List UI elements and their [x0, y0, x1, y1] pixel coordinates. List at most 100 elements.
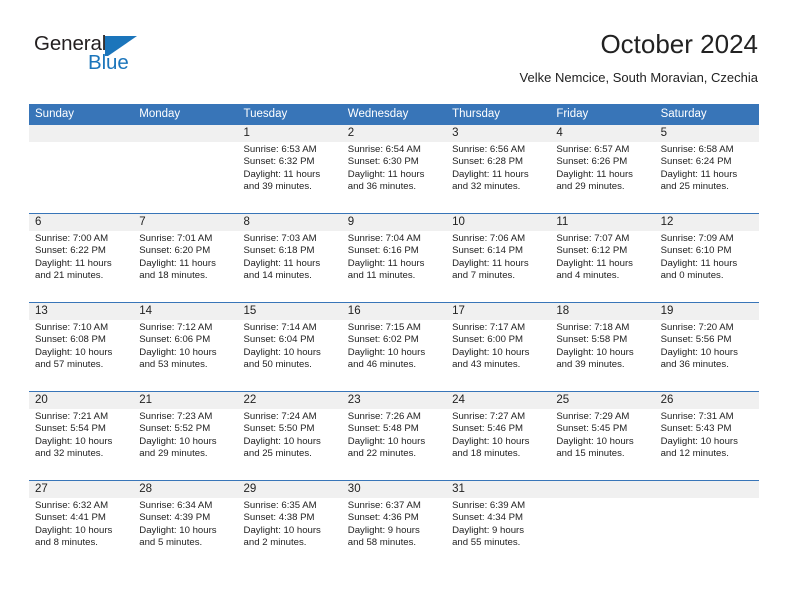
- day-detail-line: Sunrise: 7:24 AM: [243, 411, 317, 422]
- day-cell-empty: [655, 498, 759, 569]
- day-number-6[interactable]: 6: [29, 214, 133, 231]
- day-number-10[interactable]: 10: [446, 214, 550, 231]
- day-cell-5[interactable]: Sunrise: 6:58 AM Sunset: 6:24 PM Daylight:…: [655, 142, 759, 213]
- day-cell-10[interactable]: Sunrise: 7:06 AM Sunset: 6:14 PM Daylight:…: [446, 231, 550, 302]
- day-of-week-friday: Friday: [556, 108, 589, 120]
- day-number-13[interactable]: 13: [29, 303, 133, 320]
- day-cell-28[interactable]: Sunrise: 6:34 AM Sunset: 4:39 PM Daylight:…: [133, 498, 237, 569]
- day-cell-27[interactable]: Sunrise: 6:32 AM Sunset: 4:41 PM Daylight:…: [29, 498, 133, 569]
- day-detail-line: and 4 minutes.: [556, 270, 620, 282]
- day-cell-14[interactable]: Sunrise: 7:12 AM Sunset: 6:06 PM Daylight:…: [133, 320, 237, 391]
- day-number-15[interactable]: 15: [238, 303, 342, 320]
- day-cell-24[interactable]: Sunrise: 7:27 AM Sunset: 5:46 PM Daylight:…: [446, 409, 550, 480]
- day-number-17[interactable]: 17: [446, 303, 550, 320]
- day-cell-30[interactable]: Sunrise: 6:37 AM Sunset: 4:36 PM Daylight:…: [342, 498, 446, 569]
- day-number-12[interactable]: 12: [655, 214, 759, 231]
- day-cell-12[interactable]: Sunrise: 7:09 AM Sunset: 6:10 PM Daylight:…: [655, 231, 759, 302]
- day-number-22[interactable]: 22: [238, 392, 342, 409]
- day-detail-line: and 5 minutes.: [139, 537, 203, 549]
- day-detail-line: and 32 minutes.: [35, 448, 104, 460]
- day-cell-6[interactable]: Sunrise: 7:00 AM Sunset: 6:22 PM Daylight:…: [29, 231, 133, 302]
- day-detail-line: Daylight: 11 hours: [347, 168, 425, 180]
- day-number-7[interactable]: 7: [133, 214, 237, 231]
- day-number-31[interactable]: 31: [446, 481, 550, 498]
- day-number-28[interactable]: 28: [133, 481, 237, 498]
- day-number-16[interactable]: 16: [342, 303, 446, 320]
- day-number-24[interactable]: 24: [446, 392, 550, 409]
- day-detail-line: Sunrise: 7:31 AM: [660, 411, 734, 422]
- general-blue-logo[interactable]: General Blue: [34, 33, 174, 81]
- day-cell-19[interactable]: Sunrise: 7:20 AM Sunset: 5:56 PM Daylight:…: [655, 320, 759, 391]
- day-number-8[interactable]: 8: [238, 214, 342, 231]
- day-cell-2[interactable]: Sunrise: 6:54 AM Sunset: 6:30 PM Daylight:…: [342, 142, 446, 213]
- page-title: October 2024: [600, 29, 758, 59]
- day-of-week-saturday: Saturday: [660, 108, 707, 120]
- day-number-11[interactable]: 11: [550, 214, 654, 231]
- day-number-30[interactable]: 30: [342, 481, 446, 498]
- day-number-5[interactable]: 5: [655, 125, 759, 142]
- day-cell-25[interactable]: Sunrise: 7:29 AM Sunset: 5:45 PM Daylight:…: [550, 409, 654, 480]
- day-detail-line: Sunset: 5:43 PM: [660, 423, 732, 435]
- day-number-21[interactable]: 21: [133, 392, 237, 409]
- day-cell-8[interactable]: Sunrise: 7:03 AM Sunset: 6:18 PM Daylight:…: [238, 231, 342, 302]
- day-number-3[interactable]: 3: [446, 125, 550, 142]
- day-number-26[interactable]: 26: [655, 392, 759, 409]
- day-cell-7[interactable]: Sunrise: 7:01 AM Sunset: 6:20 PM Daylight:…: [133, 231, 237, 302]
- day-detail-line: Sunrise: 6:34 AM: [139, 500, 213, 511]
- day-detail-line: Sunset: 6:12 PM: [556, 245, 628, 257]
- day-cell-3[interactable]: Sunrise: 6:56 AM Sunset: 6:28 PM Daylight:…: [446, 142, 550, 213]
- day-detail-line: Daylight: 11 hours: [243, 168, 321, 180]
- day-number-27[interactable]: 27: [29, 481, 133, 498]
- day-cell-20[interactable]: Sunrise: 7:21 AM Sunset: 5:54 PM Daylight:…: [29, 409, 133, 480]
- day-cell-23[interactable]: Sunrise: 7:26 AM Sunset: 5:48 PM Daylight:…: [342, 409, 446, 480]
- day-detail-line: Sunrise: 7:21 AM: [35, 411, 109, 422]
- day-detail-line: Sunrise: 7:20 AM: [660, 322, 734, 333]
- day-detail-line: Sunset: 5:56 PM: [660, 334, 732, 346]
- day-number-25[interactable]: 25: [550, 392, 654, 409]
- day-cell-16[interactable]: Sunrise: 7:15 AM Sunset: 6:02 PM Daylight:…: [342, 320, 446, 391]
- day-detail-line: and 18 minutes.: [452, 448, 521, 460]
- day-detail-line: Sunrise: 7:17 AM: [452, 322, 526, 333]
- day-cell-17[interactable]: Sunrise: 7:17 AM Sunset: 6:00 PM Daylight:…: [446, 320, 550, 391]
- day-detail-line: Sunset: 5:48 PM: [347, 423, 419, 435]
- day-cell-11[interactable]: Sunrise: 7:07 AM Sunset: 6:12 PM Daylight:…: [550, 231, 654, 302]
- day-of-week-monday: Monday: [139, 108, 181, 120]
- day-cell-15[interactable]: Sunrise: 7:14 AM Sunset: 6:04 PM Daylight:…: [238, 320, 342, 391]
- day-cell-21[interactable]: Sunrise: 7:23 AM Sunset: 5:52 PM Daylight:…: [133, 409, 237, 480]
- day-number-18[interactable]: 18: [550, 303, 654, 320]
- day-detail-line: Sunrise: 7:10 AM: [35, 322, 109, 333]
- day-cell-26[interactable]: Sunrise: 7:31 AM Sunset: 5:43 PM Daylight:…: [655, 409, 759, 480]
- day-number-1[interactable]: 1: [238, 125, 342, 142]
- day-number-2[interactable]: 2: [342, 125, 446, 142]
- day-number-4[interactable]: 4: [550, 125, 654, 142]
- day-detail-line: Sunrise: 7:07 AM: [556, 233, 630, 244]
- day-cell-22[interactable]: Sunrise: 7:24 AM Sunset: 5:50 PM Daylight:…: [238, 409, 342, 480]
- day-detail-line: Sunset: 5:50 PM: [243, 423, 315, 435]
- day-number-23[interactable]: 23: [342, 392, 446, 409]
- day-detail-line: Daylight: 9 hours: [452, 524, 525, 536]
- day-detail-line: Daylight: 11 hours: [556, 168, 633, 180]
- day-cell-1[interactable]: Sunrise: 6:53 AM Sunset: 6:32 PM Daylight:…: [238, 142, 342, 213]
- day-number-9[interactable]: 9: [342, 214, 446, 231]
- day-detail-line: Sunset: 4:38 PM: [243, 512, 315, 524]
- calendar-page: General Blue October 2024 Velke Nemcice,…: [0, 0, 792, 612]
- day-number-19[interactable]: 19: [655, 303, 759, 320]
- day-number-29[interactable]: 29: [238, 481, 342, 498]
- day-detail-line: Sunrise: 6:56 AM: [452, 144, 526, 155]
- week-date-number-band: 20 21 22 23 24 25 26: [29, 392, 759, 409]
- day-number-20[interactable]: 20: [29, 392, 133, 409]
- day-cell-18[interactable]: Sunrise: 7:18 AM Sunset: 5:58 PM Daylight:…: [550, 320, 654, 391]
- day-detail-line: Sunset: 6:18 PM: [243, 245, 315, 257]
- day-detail-line: Sunrise: 6:32 AM: [35, 500, 109, 511]
- day-detail-line: and 11 minutes.: [347, 270, 416, 282]
- day-number-14[interactable]: 14: [133, 303, 237, 320]
- day-cell-13[interactable]: Sunrise: 7:10 AM Sunset: 6:08 PM Daylight:…: [29, 320, 133, 391]
- day-detail-line: Sunset: 6:16 PM: [347, 245, 419, 257]
- day-cell-4[interactable]: Sunrise: 6:57 AM Sunset: 6:26 PM Daylight:…: [550, 142, 654, 213]
- day-cell-31[interactable]: Sunrise: 6:39 AM Sunset: 4:34 PM Daylight:…: [446, 498, 550, 569]
- day-cell-9[interactable]: Sunrise: 7:04 AM Sunset: 6:16 PM Daylight:…: [342, 231, 446, 302]
- day-cell-29[interactable]: Sunrise: 6:35 AM Sunset: 4:38 PM Daylight:…: [238, 498, 342, 569]
- day-detail-line: Daylight: 10 hours: [139, 524, 217, 536]
- week-date-number-band: 6 7 8 9 10 11 12: [29, 214, 759, 231]
- day-detail-line: Daylight: 10 hours: [660, 346, 738, 358]
